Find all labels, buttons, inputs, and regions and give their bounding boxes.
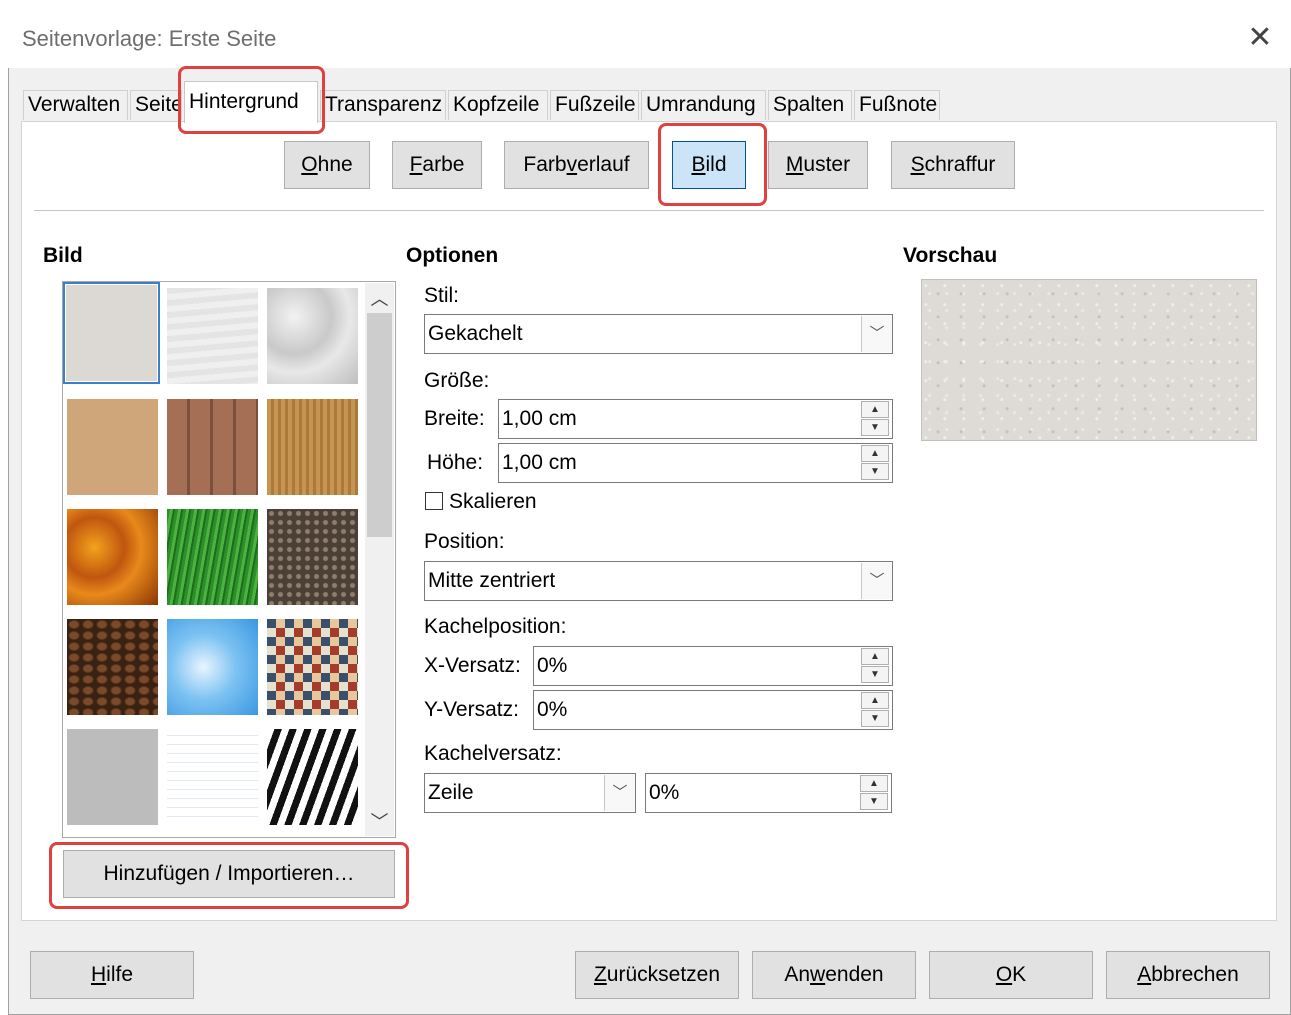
- gradient-button[interactable]: Farbverlauf: [504, 141, 649, 189]
- thumbnail-coffee-beans[interactable]: [67, 619, 158, 715]
- window-title: Seitenvorlage: Erste Seite: [22, 26, 277, 51]
- tile-offset-value: 0%: [649, 781, 680, 804]
- ok-button[interactable]: OK: [929, 951, 1093, 999]
- add-import-button[interactable]: Hinzufügen / Importieren…: [63, 850, 395, 898]
- spin-up-icon[interactable]: ▲: [861, 692, 889, 709]
- image-gallery[interactable]: [62, 281, 396, 838]
- style-label: Stil:: [424, 284, 460, 307]
- style-value: Gekachelt: [428, 322, 523, 345]
- x-offset-value: 0%: [537, 654, 568, 677]
- thumbnail-wooden-board[interactable]: [167, 399, 258, 495]
- chevron-down-icon[interactable]: ﹀: [861, 563, 892, 599]
- tab-footer[interactable]: Fußzeile: [550, 90, 639, 120]
- thumbnail-invoice-paper[interactable]: [167, 729, 258, 825]
- scroll-down-icon[interactable]: ﹀: [365, 808, 394, 834]
- scale-checkbox[interactable]: [425, 492, 443, 510]
- x-offset-field[interactable]: 0% ▲ ▼: [533, 646, 893, 686]
- tab-manage[interactable]: Verwalten: [23, 90, 128, 120]
- spin-down-icon[interactable]: ▼: [861, 666, 889, 683]
- height-value: 1,00 cm: [502, 451, 577, 474]
- thumbnail-paper[interactable]: [67, 399, 158, 495]
- tile-offset-mode-dropdown[interactable]: Zeile ﹀: [424, 773, 636, 813]
- thumbnail-paper-crumpled[interactable]: [267, 288, 358, 384]
- thumbnail-painted-white[interactable]: [63, 282, 160, 384]
- reset-button[interactable]: Zurücksetzen: [575, 951, 739, 999]
- color-button[interactable]: Farbe: [392, 141, 482, 189]
- preview-header: Vorschau: [903, 244, 998, 267]
- scale-label: Skalieren: [449, 490, 537, 513]
- tab-footnote[interactable]: Fußnote: [854, 90, 940, 120]
- tile-offset-spinner[interactable]: ▲ ▼: [860, 775, 888, 811]
- width-spinner[interactable]: ▲ ▼: [861, 401, 889, 437]
- tile-position-label: Kachelposition:: [424, 615, 567, 638]
- tile-offset-mode-value: Zeile: [428, 781, 474, 804]
- tab-background[interactable]: Hintergrund: [184, 81, 318, 123]
- width-field[interactable]: 1,00 cm ▲ ▼: [498, 399, 893, 439]
- spin-down-icon[interactable]: ▼: [861, 419, 889, 436]
- spin-down-icon[interactable]: ▼: [861, 710, 889, 727]
- x-offset-spinner[interactable]: ▲ ▼: [861, 648, 889, 684]
- tile-offset-field[interactable]: 0% ▲ ▼: [645, 773, 892, 813]
- width-value: 1,00 cm: [502, 407, 577, 430]
- tab-transparency[interactable]: Transparenz: [320, 90, 446, 120]
- apply-button[interactable]: Anwenden: [752, 951, 916, 999]
- height-field[interactable]: 1,00 cm ▲ ▼: [498, 443, 893, 483]
- thumbnail-clouds[interactable]: [167, 619, 258, 715]
- options-header: Optionen: [406, 244, 499, 267]
- width-label: Breite:: [424, 407, 485, 430]
- spin-down-icon[interactable]: ▼: [861, 463, 889, 480]
- tile-offset-label: Kachelversatz:: [424, 742, 562, 765]
- y-offset-value: 0%: [537, 698, 568, 721]
- tab-header[interactable]: Kopfzeile: [448, 90, 548, 120]
- x-offset-label: X-Versatz:: [424, 654, 521, 677]
- thumbnail-pebbles[interactable]: [267, 509, 358, 605]
- y-offset-label: Y-Versatz:: [424, 698, 519, 721]
- thumbnail-fence[interactable]: [267, 399, 358, 495]
- position-label: Position:: [424, 530, 505, 553]
- hatch-button[interactable]: Schraffur: [891, 141, 1015, 189]
- thumbnail-autumn-leaves[interactable]: [67, 509, 158, 605]
- separator: [34, 210, 1264, 211]
- gallery-scrollbar-thumb[interactable]: [367, 313, 392, 537]
- none-button[interactable]: Ohne: [284, 141, 370, 189]
- style-dropdown[interactable]: Gekachelt ﹀: [424, 314, 893, 354]
- cancel-button[interactable]: Abbrechen: [1106, 951, 1270, 999]
- thumbnail-color-stripes[interactable]: [267, 619, 358, 715]
- size-label: Größe:: [424, 369, 490, 392]
- tab-borders[interactable]: Umrandung: [641, 90, 766, 120]
- thumbnail-paper-texture[interactable]: [167, 288, 258, 384]
- height-label: Höhe:: [427, 451, 484, 474]
- thumbnail-zebra[interactable]: [267, 729, 358, 825]
- image-button[interactable]: Bild: [672, 141, 746, 189]
- tab-page[interactable]: Seite: [130, 90, 182, 120]
- spin-down-icon[interactable]: ▼: [860, 793, 888, 810]
- tab-columns[interactable]: Spalten: [768, 90, 852, 120]
- height-spinner[interactable]: ▲ ▼: [861, 445, 889, 481]
- spin-up-icon[interactable]: ▲: [860, 775, 888, 792]
- close-icon[interactable]: ✕: [1244, 22, 1276, 54]
- thumbnail-concrete[interactable]: [67, 729, 158, 825]
- image-section-header: Bild: [43, 244, 83, 267]
- thumbnail-grass[interactable]: [167, 509, 258, 605]
- position-dropdown[interactable]: Mitte zentriert ﹀: [424, 561, 893, 601]
- spin-up-icon[interactable]: ▲: [861, 445, 889, 462]
- y-offset-field[interactable]: 0% ▲ ▼: [533, 690, 893, 730]
- preview-image: [921, 279, 1257, 441]
- pattern-button[interactable]: Muster: [768, 141, 868, 189]
- chevron-down-icon[interactable]: ﹀: [861, 316, 892, 352]
- position-value: Mitte zentriert: [428, 569, 556, 592]
- spin-up-icon[interactable]: ▲: [861, 401, 889, 418]
- scroll-up-icon[interactable]: ︿: [365, 285, 394, 311]
- chevron-down-icon[interactable]: ﹀: [604, 775, 635, 811]
- help-button[interactable]: Hilfe: [30, 951, 194, 999]
- spin-up-icon[interactable]: ▲: [861, 648, 889, 665]
- y-offset-spinner[interactable]: ▲ ▼: [861, 692, 889, 728]
